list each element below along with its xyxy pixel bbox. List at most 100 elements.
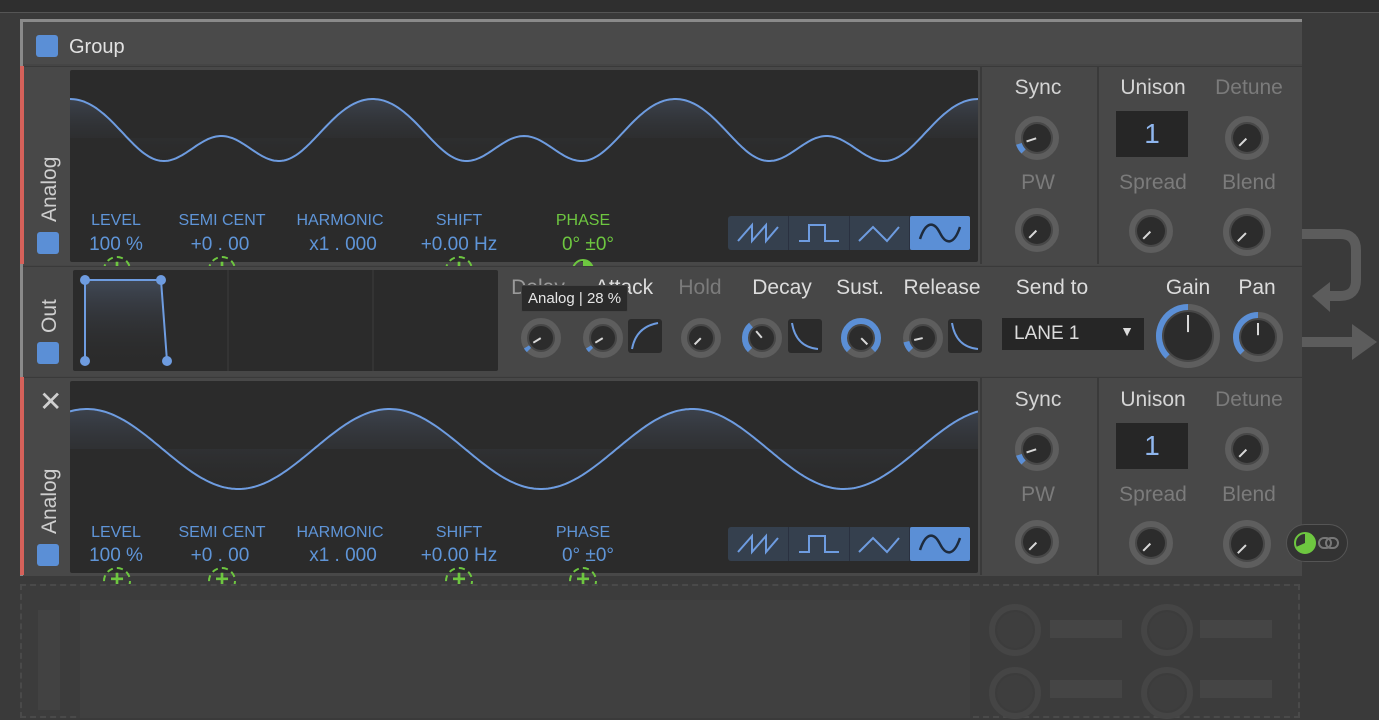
send-to-dropdown[interactable]: LANE 1 ▼ [1002,318,1144,350]
decay-curve-icon[interactable] [788,319,822,353]
osc2-harmonic-label: HARMONIC [296,524,384,541]
env-decay-knob[interactable] [741,317,783,359]
return-arrow-icon [1302,229,1377,360]
env-hold-label: Hold [678,276,722,299]
osc1-phase-value[interactable]: 0° ±0° [523,234,653,256]
env-delay-knob[interactable] [520,317,562,359]
osc1-waveform-selector [728,216,970,250]
osc2-shift-label: SHIFT [435,524,483,541]
send-to-label: Send to [1015,276,1089,299]
osc2-waveform-selector [728,527,970,561]
square-wave-icon[interactable] [789,527,850,561]
top-bar [0,0,1379,13]
osc1-sync-label: Sync [1014,76,1062,99]
dropdown-arrow-icon: ▼ [1120,323,1134,339]
osc1-pw-knob[interactable] [1014,207,1060,253]
osc2-phase-value[interactable]: 0° ±0° [523,545,653,567]
osc2-detune-knob[interactable] [1224,426,1270,472]
env-attack-knob[interactable] [582,317,624,359]
gain-knob[interactable] [1155,303,1221,369]
release-curve-icon[interactable] [948,319,982,353]
saw-wave-icon[interactable] [728,527,789,561]
gain-label: Gain [1165,276,1211,299]
group-title: Group [69,36,125,58]
osc1-detune-label: Detune [1215,76,1283,99]
osc1-pw-label: PW [1021,171,1055,194]
env-sustain-knob[interactable] [840,317,882,359]
osc1-semicent-label: SEMI CENT [178,212,266,229]
triangle-wave-icon[interactable] [850,527,911,561]
osc1-shift-label: SHIFT [435,212,483,229]
osc2-lane-bar [20,377,24,575]
ghost-bar [1050,680,1122,698]
link-icon [1294,532,1339,554]
square-wave-icon[interactable] [789,216,850,250]
envelope-display [73,270,498,371]
osc1-blend-knob[interactable] [1222,207,1272,257]
triangle-wave-icon[interactable] [850,216,911,250]
osc1-semicent-value[interactable]: +0 . 00 [155,234,285,256]
osc1-harmonic-label: HARMONIC [296,212,384,229]
envelope-graph [80,270,374,371]
link-toggle[interactable] [1286,524,1348,562]
osc2-unison-label: Unison [1120,388,1186,411]
osc2-spread-knob[interactable] [1128,520,1174,566]
osc2-pw-knob[interactable] [1014,519,1060,565]
osc2-harmonic-value[interactable]: x1 . 000 [278,545,408,567]
env-release-label: Release [903,276,981,299]
osc1-spread-knob[interactable] [1128,208,1174,254]
ghost-knob[interactable] [1140,603,1194,657]
osc1-level-label: LEVEL [91,212,141,229]
saw-wave-icon[interactable] [728,216,789,250]
osc2-blend-label: Blend [1222,483,1276,506]
ghost-display [80,600,970,718]
sine-wave-icon[interactable] [910,527,970,561]
out-enable-checkbox[interactable] [37,342,59,364]
ghost-bar [1050,620,1122,638]
ghost-bar [1200,680,1272,698]
osc2-spread-label: Spread [1119,483,1187,506]
osc2-semicent-value[interactable]: +0 . 00 [155,545,285,567]
osc2-level-label: LEVEL [91,524,141,541]
ghost-knob[interactable] [988,603,1042,657]
osc2-semicent-label: SEMI CENT [178,524,266,541]
pan-knob[interactable] [1232,311,1284,363]
close-icon[interactable]: ✕ [39,385,62,418]
out-name: Out [38,299,61,333]
osc1-blend-label: Blend [1222,171,1276,194]
pan-label: Pan [1238,276,1276,299]
osc2-sync-knob[interactable] [1014,426,1060,472]
osc2-divider-2 [1097,377,1099,575]
osc1-shift-value[interactable]: +0.00 Hz [394,234,524,256]
osc2-unison-value[interactable]: 1 [1116,423,1188,469]
osc1-harmonic-value[interactable]: x1 . 000 [278,234,408,256]
osc2-sync-label: Sync [1014,388,1062,411]
group-header [23,22,1302,64]
osc2-detune-label: Detune [1215,388,1283,411]
ghost-lane [38,610,60,710]
group-enable-checkbox[interactable] [36,35,58,57]
osc2-blend-knob[interactable] [1222,519,1272,569]
ghost-knob[interactable] [1140,666,1194,720]
osc1-detune-knob[interactable] [1224,115,1270,161]
tooltip: Analog | 28 % [521,285,629,312]
osc1-spread-label: Spread [1119,171,1187,194]
env-release-knob[interactable] [902,317,944,359]
send-to-value: LANE 1 [1014,323,1080,344]
osc2-divider [980,377,982,575]
osc1-sync-knob[interactable] [1014,115,1060,161]
ghost-bar [1200,620,1272,638]
env-hold-knob[interactable] [680,317,722,359]
sine-wave-icon[interactable] [910,216,970,250]
osc2-pw-label: PW [1021,483,1055,506]
osc1-unison-label: Unison [1120,76,1186,99]
osc2-shift-value[interactable]: +0.00 Hz [394,545,524,567]
attack-curve-icon[interactable] [628,319,662,353]
osc1-divider [980,66,982,264]
osc2-phase-label: PHASE [555,524,611,541]
osc1-divider-2 [1097,66,1099,264]
env-decay-label: Decay [752,276,812,299]
osc1-unison-value[interactable]: 1 [1116,111,1188,157]
ghost-knob[interactable] [988,666,1042,720]
osc1-phase-label: PHASE [555,212,611,229]
